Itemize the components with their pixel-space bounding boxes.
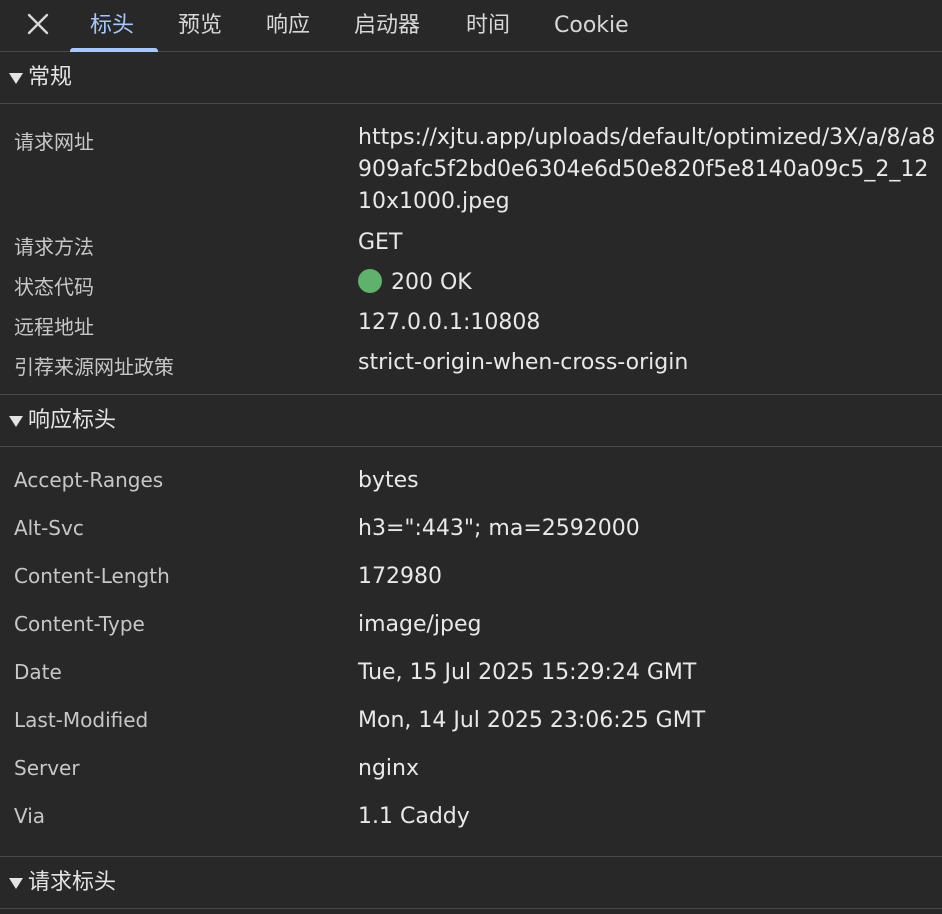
collapse-triangle-icon: [9, 73, 23, 84]
close-icon: [27, 13, 49, 35]
row-value[interactable]: 127.0.0.1:10808: [358, 307, 938, 339]
row-key: 请求方法: [14, 235, 94, 259]
row-value[interactable]: nginx: [358, 753, 938, 785]
section-response-headers-title: 响应标头: [28, 408, 117, 433]
tab-preview[interactable]: 预览: [178, 0, 222, 52]
tab-cookies[interactable]: Cookie: [554, 0, 629, 52]
tab-headers[interactable]: 标头: [90, 0, 134, 52]
row-value[interactable]: GET: [358, 227, 938, 259]
row-value[interactable]: bytes: [358, 465, 938, 497]
status-value[interactable]: 200 OK: [358, 267, 938, 299]
status-ok-icon: [358, 269, 382, 293]
section-response-headers-header[interactable]: 响应标头: [0, 395, 942, 447]
tab-timing[interactable]: 时间: [466, 0, 510, 52]
row-value[interactable]: h3=":443"; ma=2592000: [358, 513, 938, 545]
tab-response[interactable]: 响应: [266, 0, 310, 52]
row-value[interactable]: 1.1 Caddy: [358, 801, 938, 833]
row-value[interactable]: Mon, 14 Jul 2025 23:06:25 GMT: [358, 705, 938, 737]
row-key: Server: [14, 756, 80, 780]
row-value[interactable]: 172980: [358, 561, 938, 593]
row-key: Content-Length: [14, 564, 170, 588]
row-key: 引荐来源网址政策: [14, 355, 174, 379]
section-request-headers-title: 请求标头: [28, 870, 117, 895]
row-key: Accept-Ranges: [14, 468, 164, 492]
tab-bar: 标头 预览 响应 启动器 时间 Cookie: [0, 0, 942, 52]
collapse-triangle-icon: [9, 416, 23, 427]
row-value[interactable]: strict-origin-when-cross-origin: [358, 347, 938, 379]
row-key: Date: [14, 660, 62, 684]
row-value[interactable]: https://xjtu.app/uploads/default/optimiz…: [358, 122, 938, 218]
row-key: Content-Type: [14, 612, 145, 636]
row-key: 远程地址: [14, 315, 94, 339]
collapse-triangle-icon: [9, 878, 23, 889]
close-button[interactable]: [22, 8, 54, 40]
row-key: 请求网址: [14, 130, 94, 154]
row-value[interactable]: image/jpeg: [358, 609, 938, 641]
tab-initiator[interactable]: 启动器: [354, 0, 420, 52]
row-key: Alt-Svc: [14, 516, 84, 540]
row-value[interactable]: Tue, 15 Jul 2025 15:29:24 GMT: [358, 657, 938, 689]
row-key: Via: [14, 804, 46, 828]
section-general-header[interactable]: 常规: [0, 52, 942, 104]
row-key: 状态代码: [14, 275, 94, 299]
section-general-title: 常规: [28, 65, 73, 90]
row-key: Last-Modified: [14, 708, 149, 732]
row-value: 200 OK: [391, 270, 472, 295]
section-request-headers-header[interactable]: 请求标头: [0, 857, 942, 909]
